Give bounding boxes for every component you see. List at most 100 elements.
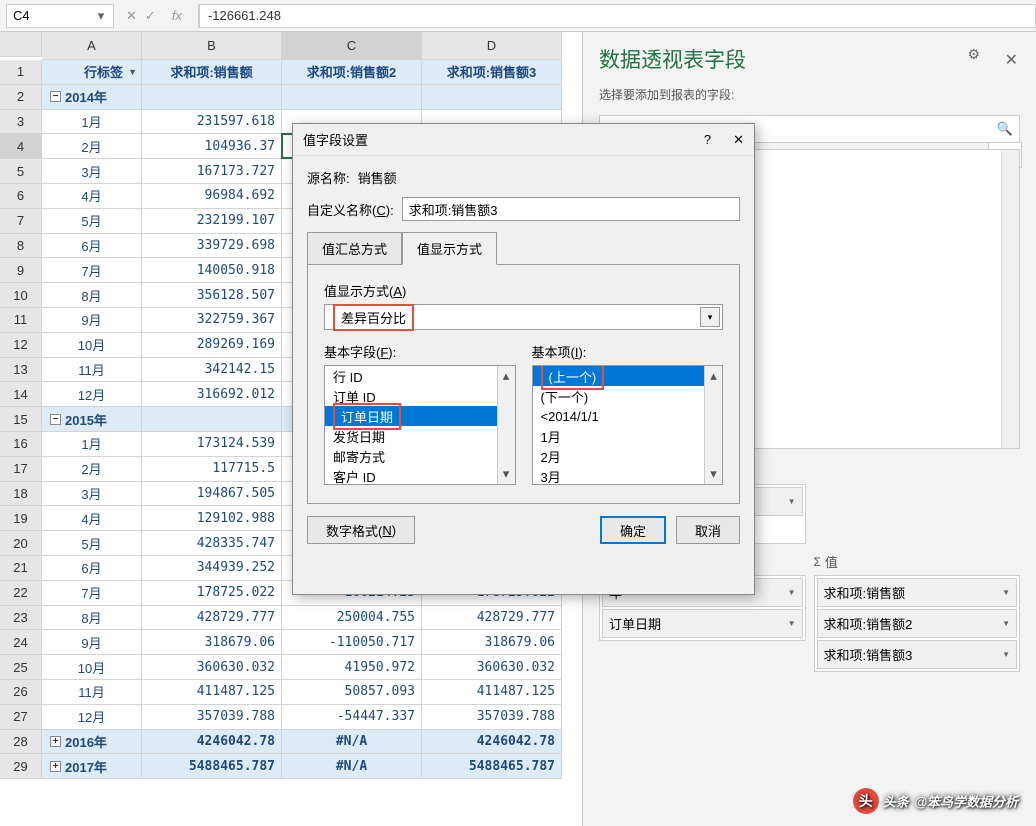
cell[interactable]: 194867.505	[142, 482, 282, 507]
area-value-item[interactable]: 求和项:销售额3	[817, 640, 1018, 669]
area-value-item[interactable]: 求和项:销售额	[817, 578, 1018, 607]
row-header-21[interactable]: 21	[0, 556, 42, 581]
row-header-2[interactable]: 2	[0, 85, 42, 110]
cell[interactable]: 360630.032	[422, 655, 562, 680]
base-field-listbox[interactable]: 行 ID订单 ID订单日期发货日期邮寄方式客户 ID▴▾	[324, 365, 516, 485]
cell[interactable]: 322759.367	[142, 308, 282, 333]
field-pane-gear-icon[interactable]: ⚙	[967, 46, 980, 63]
name-box-dropdown-icon[interactable]: ▾	[95, 8, 107, 24]
dialog-close-icon[interactable]: ✕	[733, 132, 744, 148]
cell[interactable]: 356128.507	[142, 283, 282, 308]
area-row-item[interactable]: 订单日期	[602, 609, 803, 638]
select-all-corner[interactable]	[0, 32, 42, 57]
base-item-option[interactable]: (下一个)	[533, 386, 723, 406]
cell[interactable]: 428729.777	[422, 606, 562, 631]
row-header-14[interactable]: 14	[0, 382, 42, 407]
cell[interactable]: 357039.788	[142, 705, 282, 730]
row-header-26[interactable]: 26	[0, 680, 42, 705]
dropdown-icon[interactable]: ▾	[700, 307, 720, 327]
base-field-option[interactable]: 邮寄方式	[325, 446, 515, 466]
cell[interactable]: 342142.15	[142, 358, 282, 383]
row-header-24[interactable]: 24	[0, 630, 42, 655]
expand-icon[interactable]: +	[50, 736, 61, 747]
row-header-9[interactable]: 9	[0, 258, 42, 283]
row-header-16[interactable]: 16	[0, 432, 42, 457]
row-header-5[interactable]: 5	[0, 159, 42, 184]
expand-icon[interactable]: −	[50, 91, 61, 102]
row-header-6[interactable]: 6	[0, 184, 42, 209]
name-box[interactable]: C4 ▾	[6, 4, 114, 28]
cell[interactable]: 289269.169	[142, 333, 282, 358]
base-item-listbox[interactable]: (上一个)(下一个)<2014/1/11月2月3月▴▾	[532, 365, 724, 485]
row-header-20[interactable]: 20	[0, 531, 42, 556]
show-as-dropdown[interactable]: 差异百分比 ▾	[324, 304, 723, 330]
cell[interactable]: 117715.5	[142, 457, 282, 482]
confirm-formula-icon[interactable]: ✓	[145, 8, 156, 24]
cell[interactable]: 96984.692	[142, 184, 282, 209]
cell[interactable]: 411487.125	[422, 680, 562, 705]
cell[interactable]: 428335.747	[142, 531, 282, 556]
base-field-option[interactable]: 发货日期	[325, 426, 515, 446]
column-header-A[interactable]: A	[42, 32, 142, 60]
formula-input[interactable]: -126661.248	[199, 4, 1036, 28]
row-header-13[interactable]: 13	[0, 358, 42, 383]
base-field-option[interactable]: 客户 ID	[325, 466, 515, 485]
row-header-18[interactable]: 18	[0, 482, 42, 507]
base-field-option[interactable]: 订单日期	[325, 406, 515, 426]
expand-icon[interactable]: +	[50, 761, 61, 772]
pivot-year-2015年[interactable]: −2015年	[42, 407, 142, 432]
base-field-option[interactable]: 行 ID	[325, 366, 515, 386]
base-item-option[interactable]: 3月	[533, 466, 723, 485]
tab-show-as[interactable]: 值显示方式	[402, 232, 497, 265]
cell[interactable]: 357039.788	[422, 705, 562, 730]
scrollbar[interactable]: ▴▾	[497, 366, 515, 484]
row-header-3[interactable]: 3	[0, 110, 42, 135]
row-header-8[interactable]: 8	[0, 234, 42, 259]
row-header-7[interactable]: 7	[0, 209, 42, 234]
base-item-option[interactable]: 1月	[533, 426, 723, 446]
column-header-D[interactable]: D	[422, 32, 562, 60]
dialog-help-icon[interactable]: ?	[704, 132, 711, 147]
cell[interactable]: 140050.918	[142, 258, 282, 283]
scrollbar[interactable]	[1001, 150, 1019, 448]
base-item-option[interactable]: <2014/1/1	[533, 406, 723, 426]
row-header-22[interactable]: 22	[0, 581, 42, 606]
custom-name-input[interactable]: 求和项:销售额3	[402, 197, 740, 221]
tab-summarize[interactable]: 值汇总方式	[307, 232, 402, 265]
cell[interactable]: 41950.972	[282, 655, 422, 680]
cell[interactable]: 360630.032	[142, 655, 282, 680]
pivot-row-label-header[interactable]: 行标签	[42, 60, 142, 85]
base-item-option[interactable]: 2月	[533, 446, 723, 466]
cell[interactable]: 50857.093	[282, 680, 422, 705]
cell[interactable]: -54447.337	[282, 705, 422, 730]
cell[interactable]: 129102.988	[142, 506, 282, 531]
cell[interactable]: 318679.06	[422, 630, 562, 655]
cell[interactable]: 428729.777	[142, 606, 282, 631]
area-value-item[interactable]: 求和项:销售额2	[817, 609, 1018, 638]
cell[interactable]: 173124.539	[142, 432, 282, 457]
area-values[interactable]: 求和项:销售额求和项:销售额2求和项:销售额3	[814, 575, 1021, 672]
cell[interactable]: 231597.618	[142, 110, 282, 135]
cell[interactable]: -110050.717	[282, 630, 422, 655]
ok-button[interactable]: 确定	[600, 516, 666, 544]
row-header-12[interactable]: 12	[0, 333, 42, 358]
base-item-option[interactable]: (上一个)	[533, 366, 723, 386]
cancel-button[interactable]: 取消	[676, 516, 740, 544]
cell[interactable]: 232199.107	[142, 209, 282, 234]
cell[interactable]: 250004.755	[282, 606, 422, 631]
row-header-4[interactable]: 4	[0, 134, 42, 159]
row-header-19[interactable]: 19	[0, 506, 42, 531]
pivot-year-2016年[interactable]: +2016年	[42, 730, 142, 755]
row-header-23[interactable]: 23	[0, 606, 42, 631]
fx-icon[interactable]: fx	[164, 8, 190, 23]
row-header-28[interactable]: 28	[0, 730, 42, 755]
cell[interactable]: 339729.698	[142, 234, 282, 259]
row-header-11[interactable]: 11	[0, 308, 42, 333]
row-header-29[interactable]: 29	[0, 754, 42, 779]
cell[interactable]: 316692.012	[142, 382, 282, 407]
expand-icon[interactable]: −	[50, 414, 61, 425]
cell[interactable]: 344939.252	[142, 556, 282, 581]
row-header-15[interactable]: 15	[0, 407, 42, 432]
pivot-year-2017年[interactable]: +2017年	[42, 754, 142, 779]
column-header-B[interactable]: B	[142, 32, 282, 60]
